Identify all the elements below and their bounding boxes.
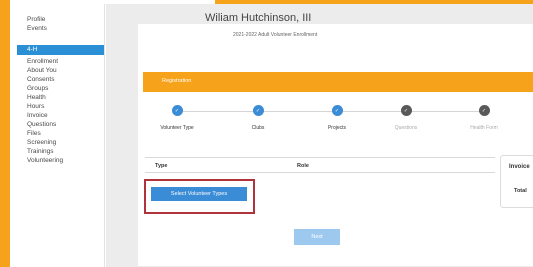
check-icon: ✓ [171,105,183,116]
sidebar-item-trainings[interactable]: Trainings [10,147,104,156]
sidebar-item-groups[interactable]: Groups [10,84,104,93]
left-accent-bar [0,0,10,267]
enrollment-subtitle: 2021-2022 Adult Volunteer Enrollment [233,32,318,38]
sidebar-item-volunteering[interactable]: Volunteering [10,156,104,165]
step-label: Projects [327,125,347,131]
member-name: Wiliam Hutchinson, III [205,12,312,24]
sidebar-item-questions[interactable]: Questions [10,120,104,129]
sidebar-item-profile[interactable]: Profile [10,15,104,24]
invoice-title: Invoice [509,164,530,170]
step-label: Clubs [251,125,265,131]
sidebar-item-4h[interactable]: 4-H [17,45,104,55]
invoice-total-label: Total [514,188,527,194]
step-volunteer-type[interactable]: ✓ Volunteer Type [147,105,207,131]
registration-banner: Registration [143,72,533,92]
step-icon: ✓ [478,105,490,116]
step-clubs[interactable]: ✓ Clubs [228,105,288,131]
content-area [106,4,533,267]
step-questions[interactable]: ✓ Questions [376,105,436,131]
sidebar-item-invoice[interactable]: Invoice [10,111,104,120]
next-button[interactable]: Next [294,229,340,245]
sidebar-item-events[interactable]: Events [10,24,104,33]
step-label: Volunteer Type [160,125,194,131]
step-label: Health Form [470,125,498,131]
sidebar-item-about-you[interactable]: About You [10,66,104,75]
banner-label: Registration [162,78,192,84]
check-icon: ✓ [252,105,264,116]
volunteer-types-table-header: Type Role [145,157,495,173]
sidebar-item-consents[interactable]: Consents [10,75,104,84]
sidebar-item-enrollment[interactable]: Enrollment [10,57,104,66]
sidebar-item-files[interactable]: Files [10,129,104,138]
step-icon: ✓ [400,105,412,116]
sidebar-item-hours[interactable]: Hours [10,102,104,111]
step-health-form[interactable]: ✓ Health Form [454,105,514,131]
sidebar-item-screening[interactable]: Screening [10,138,104,147]
step-projects[interactable]: ✓ Projects [307,105,367,131]
sidebar: Profile Events 4-H Enrollment About You … [10,4,105,267]
column-header-type: Type [155,163,168,169]
select-volunteer-types-button[interactable]: Select Volunteer Types [151,187,247,201]
step-label: Questions [394,125,418,131]
column-header-role: Role [297,163,309,169]
invoice-panel: Invoice Total [500,155,533,208]
check-icon: ✓ [331,105,343,116]
sidebar-item-health[interactable]: Health [10,93,104,102]
